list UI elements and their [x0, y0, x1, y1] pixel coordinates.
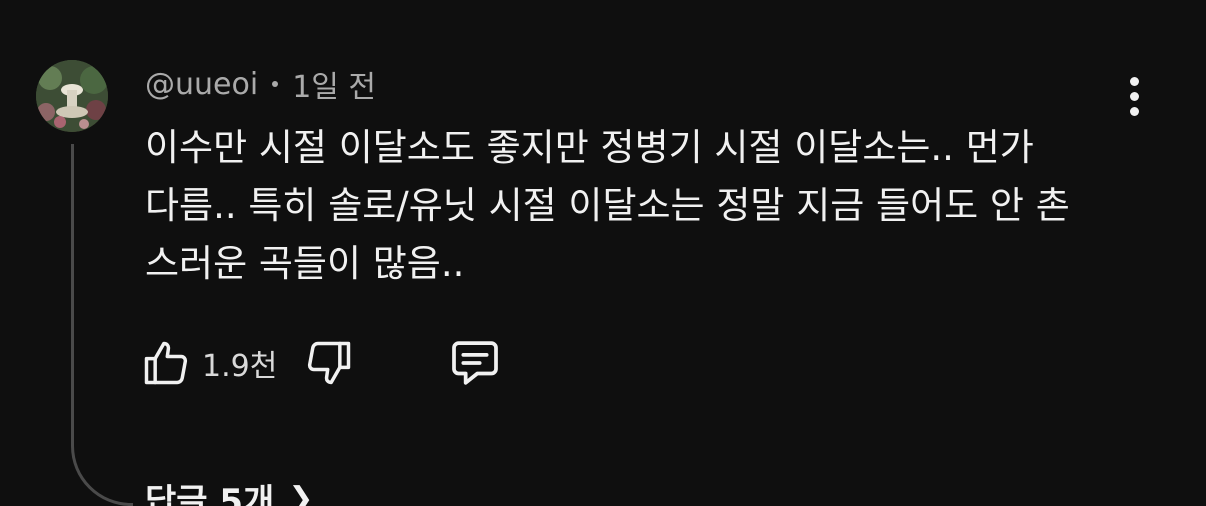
- reply-button[interactable]: [447, 335, 503, 391]
- replies-count-label: 답글 5개: [145, 482, 275, 506]
- more-vert-icon-dot: [1129, 91, 1139, 101]
- like-count: 1.9천: [202, 349, 278, 384]
- thread-connector-line: [71, 144, 133, 506]
- comment-actions: 1.9천: [140, 333, 503, 393]
- separator-dot: [272, 81, 279, 87]
- more-vert-icon-dot: [1129, 106, 1139, 116]
- reply-icon: [452, 341, 499, 385]
- author-name[interactable]: @uueoi: [145, 67, 258, 102]
- like-button[interactable]: [140, 337, 192, 389]
- comment-timestamp[interactable]: 1일 전: [292, 62, 376, 106]
- more-vert-icon: [1129, 76, 1139, 86]
- replies-toggle-button[interactable]: 답글 5개 ❯: [145, 474, 313, 506]
- chevron-right-icon: ❯: [288, 481, 314, 506]
- more-actions-button[interactable]: [1114, 72, 1154, 120]
- comment-text: 이수만 시절 이달소도 좋지만 정병기 시절 이달소는.. 먼가 다름.. 특히…: [145, 126, 1070, 285]
- comment-thread: @uueoi 1일 전 이수만 시절 이달소도 좋지만 정병기 시절 이달소는.…: [0, 0, 1206, 506]
- dislike-button[interactable]: [303, 337, 355, 389]
- thumb-up-icon: [144, 341, 188, 385]
- avatar[interactable]: [36, 60, 108, 132]
- comment-header: @uueoi 1일 전: [145, 62, 376, 106]
- thumb-down-icon: [308, 341, 351, 385]
